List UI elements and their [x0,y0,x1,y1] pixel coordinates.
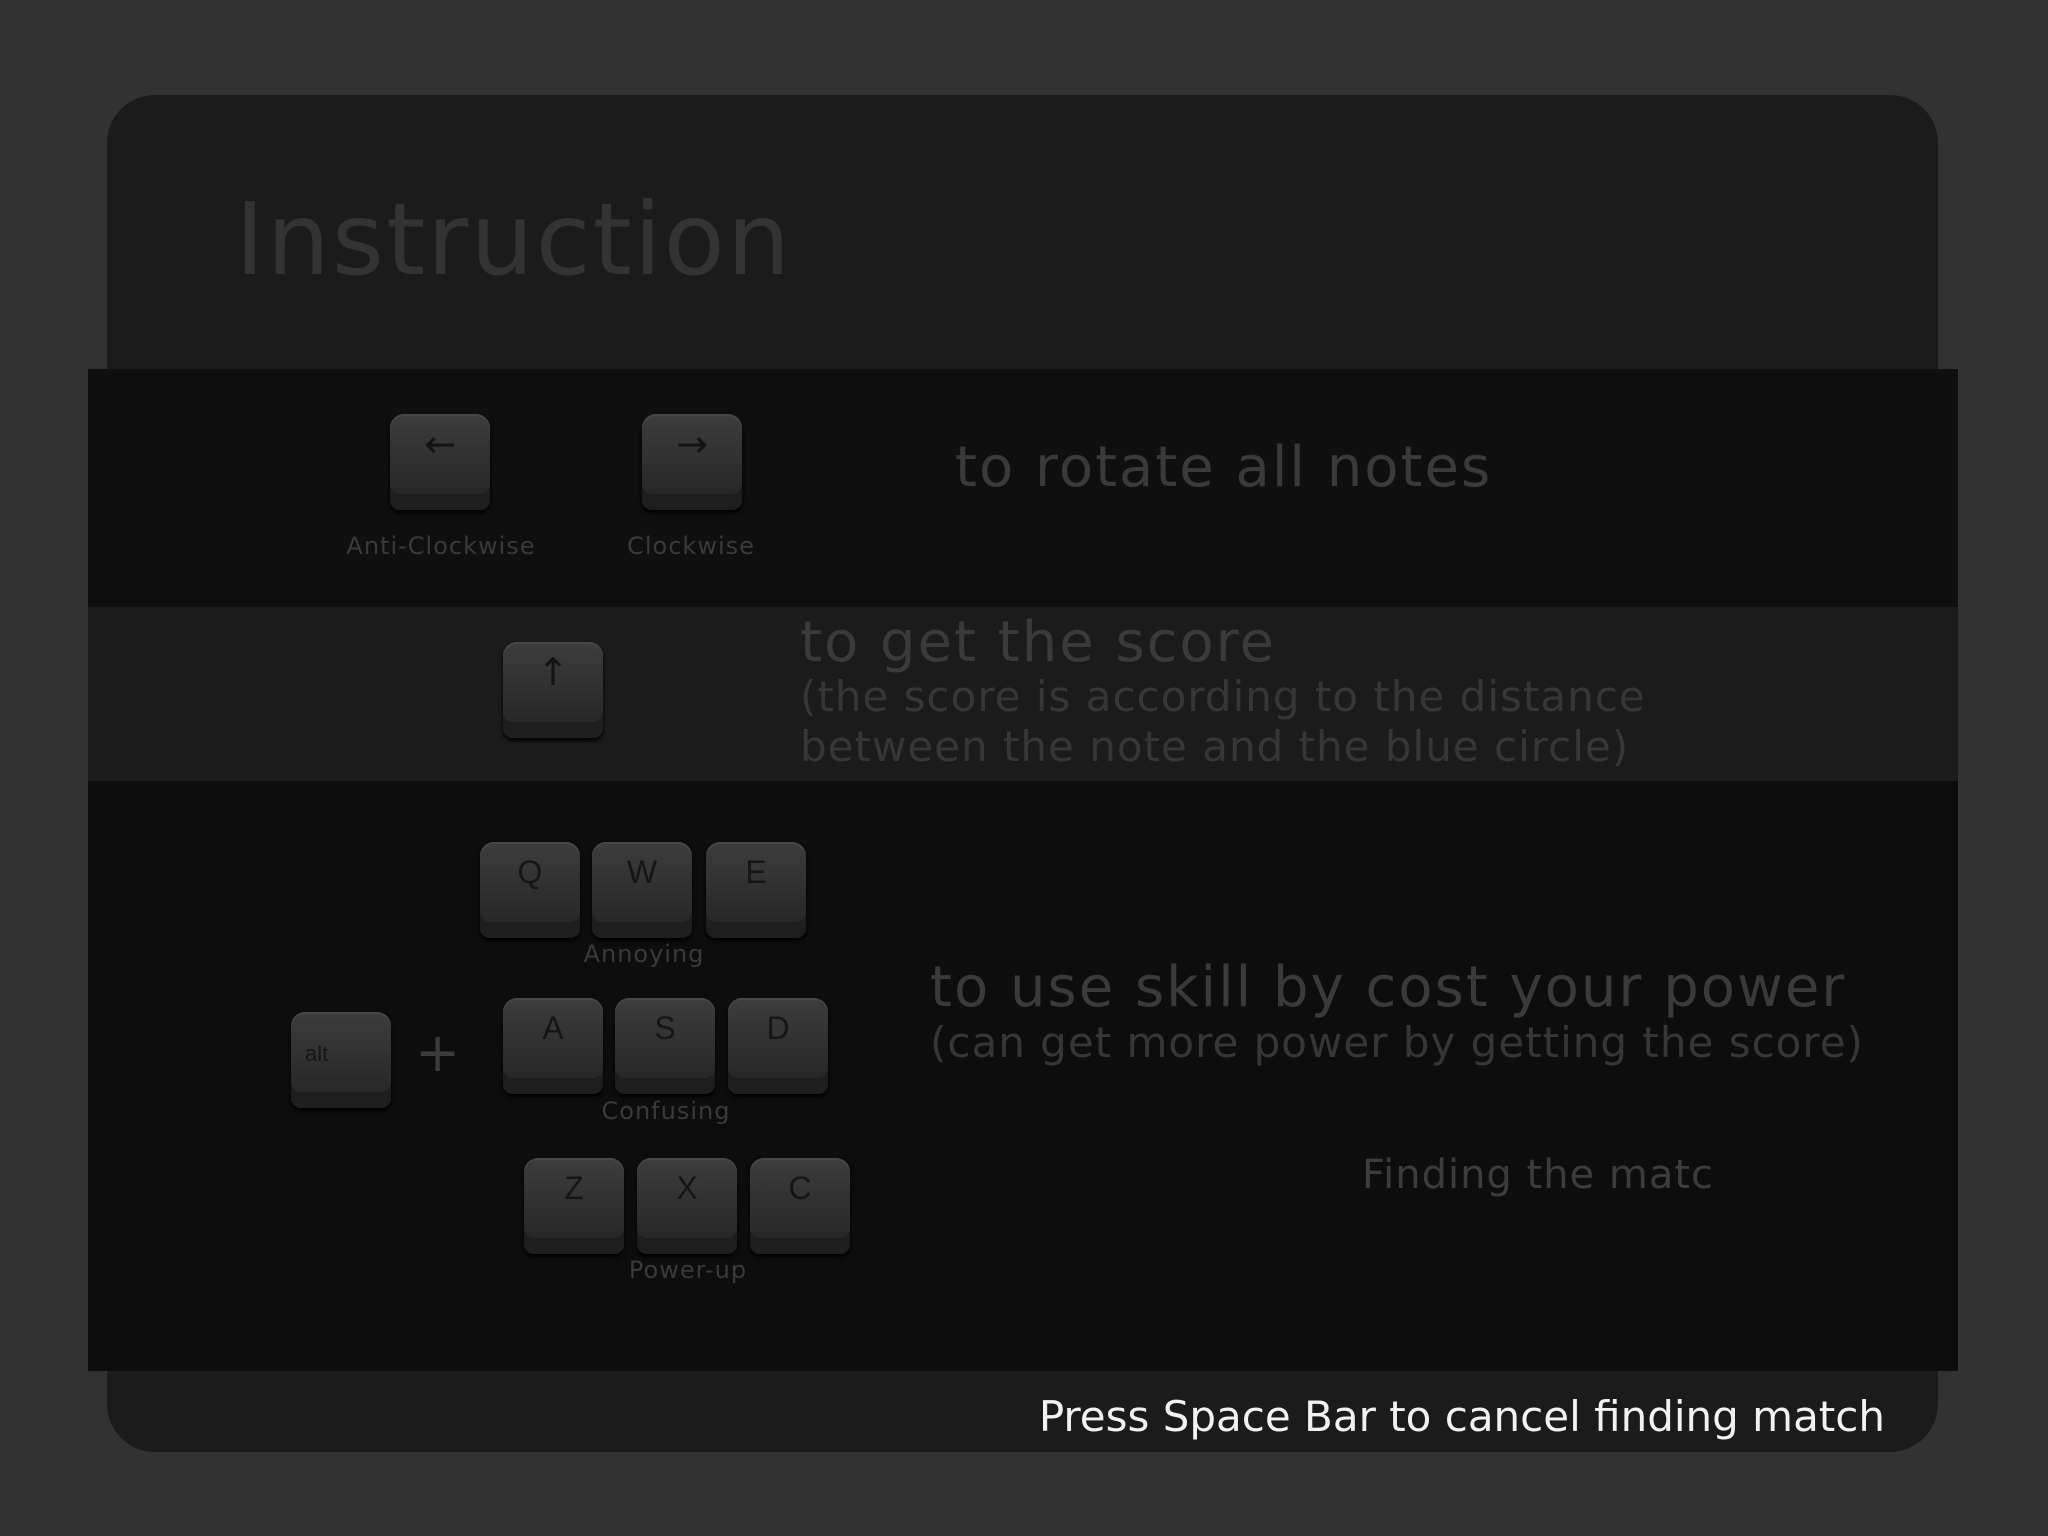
key-x: X [637,1158,737,1254]
power-up-label: Power-up [628,1256,748,1284]
instruction-screen: Instruction ← Anti-Clockwise → Clockwise… [0,0,2048,1536]
skill-detail: (can get more power by getting the score… [930,1018,1864,1067]
anti-clockwise-label: Anti-Clockwise [346,532,536,560]
confusing-label: Confusing [601,1097,731,1125]
score-detail: (the score is according to the distance … [800,672,1646,771]
key-z: Z [524,1158,624,1254]
key-a: A [503,998,603,1094]
arrow-left-key: ← [390,414,490,510]
key-s: S [615,998,715,1094]
arrow-right-key: → [642,414,742,510]
key-c: C [750,1158,850,1254]
rotate-description: to rotate all notes [955,435,1493,500]
arrow-up-key: ↑ [503,642,603,738]
score-description: to get the score [800,610,1276,675]
arrow-left-icon: ← [424,422,456,466]
arrow-right-icon: → [676,422,708,466]
key-q: Q [480,842,580,938]
alt-key: alt [291,1012,391,1108]
clockwise-label: Clockwise [627,532,755,560]
cancel-hint: Press Space Bar to cancel finding match [1038,1392,1885,1441]
page-title: Instruction [235,181,793,298]
skill-description: to use skill by cost your power [930,955,1847,1020]
arrow-up-icon: ↑ [537,650,569,694]
key-w: W [592,842,692,938]
matchmaking-status: Finding the matc [1362,1152,1715,1198]
annoying-label: Annoying [583,940,705,968]
key-d: D [728,998,828,1094]
plus-sign: + [415,1021,461,1084]
key-e: E [706,842,806,938]
